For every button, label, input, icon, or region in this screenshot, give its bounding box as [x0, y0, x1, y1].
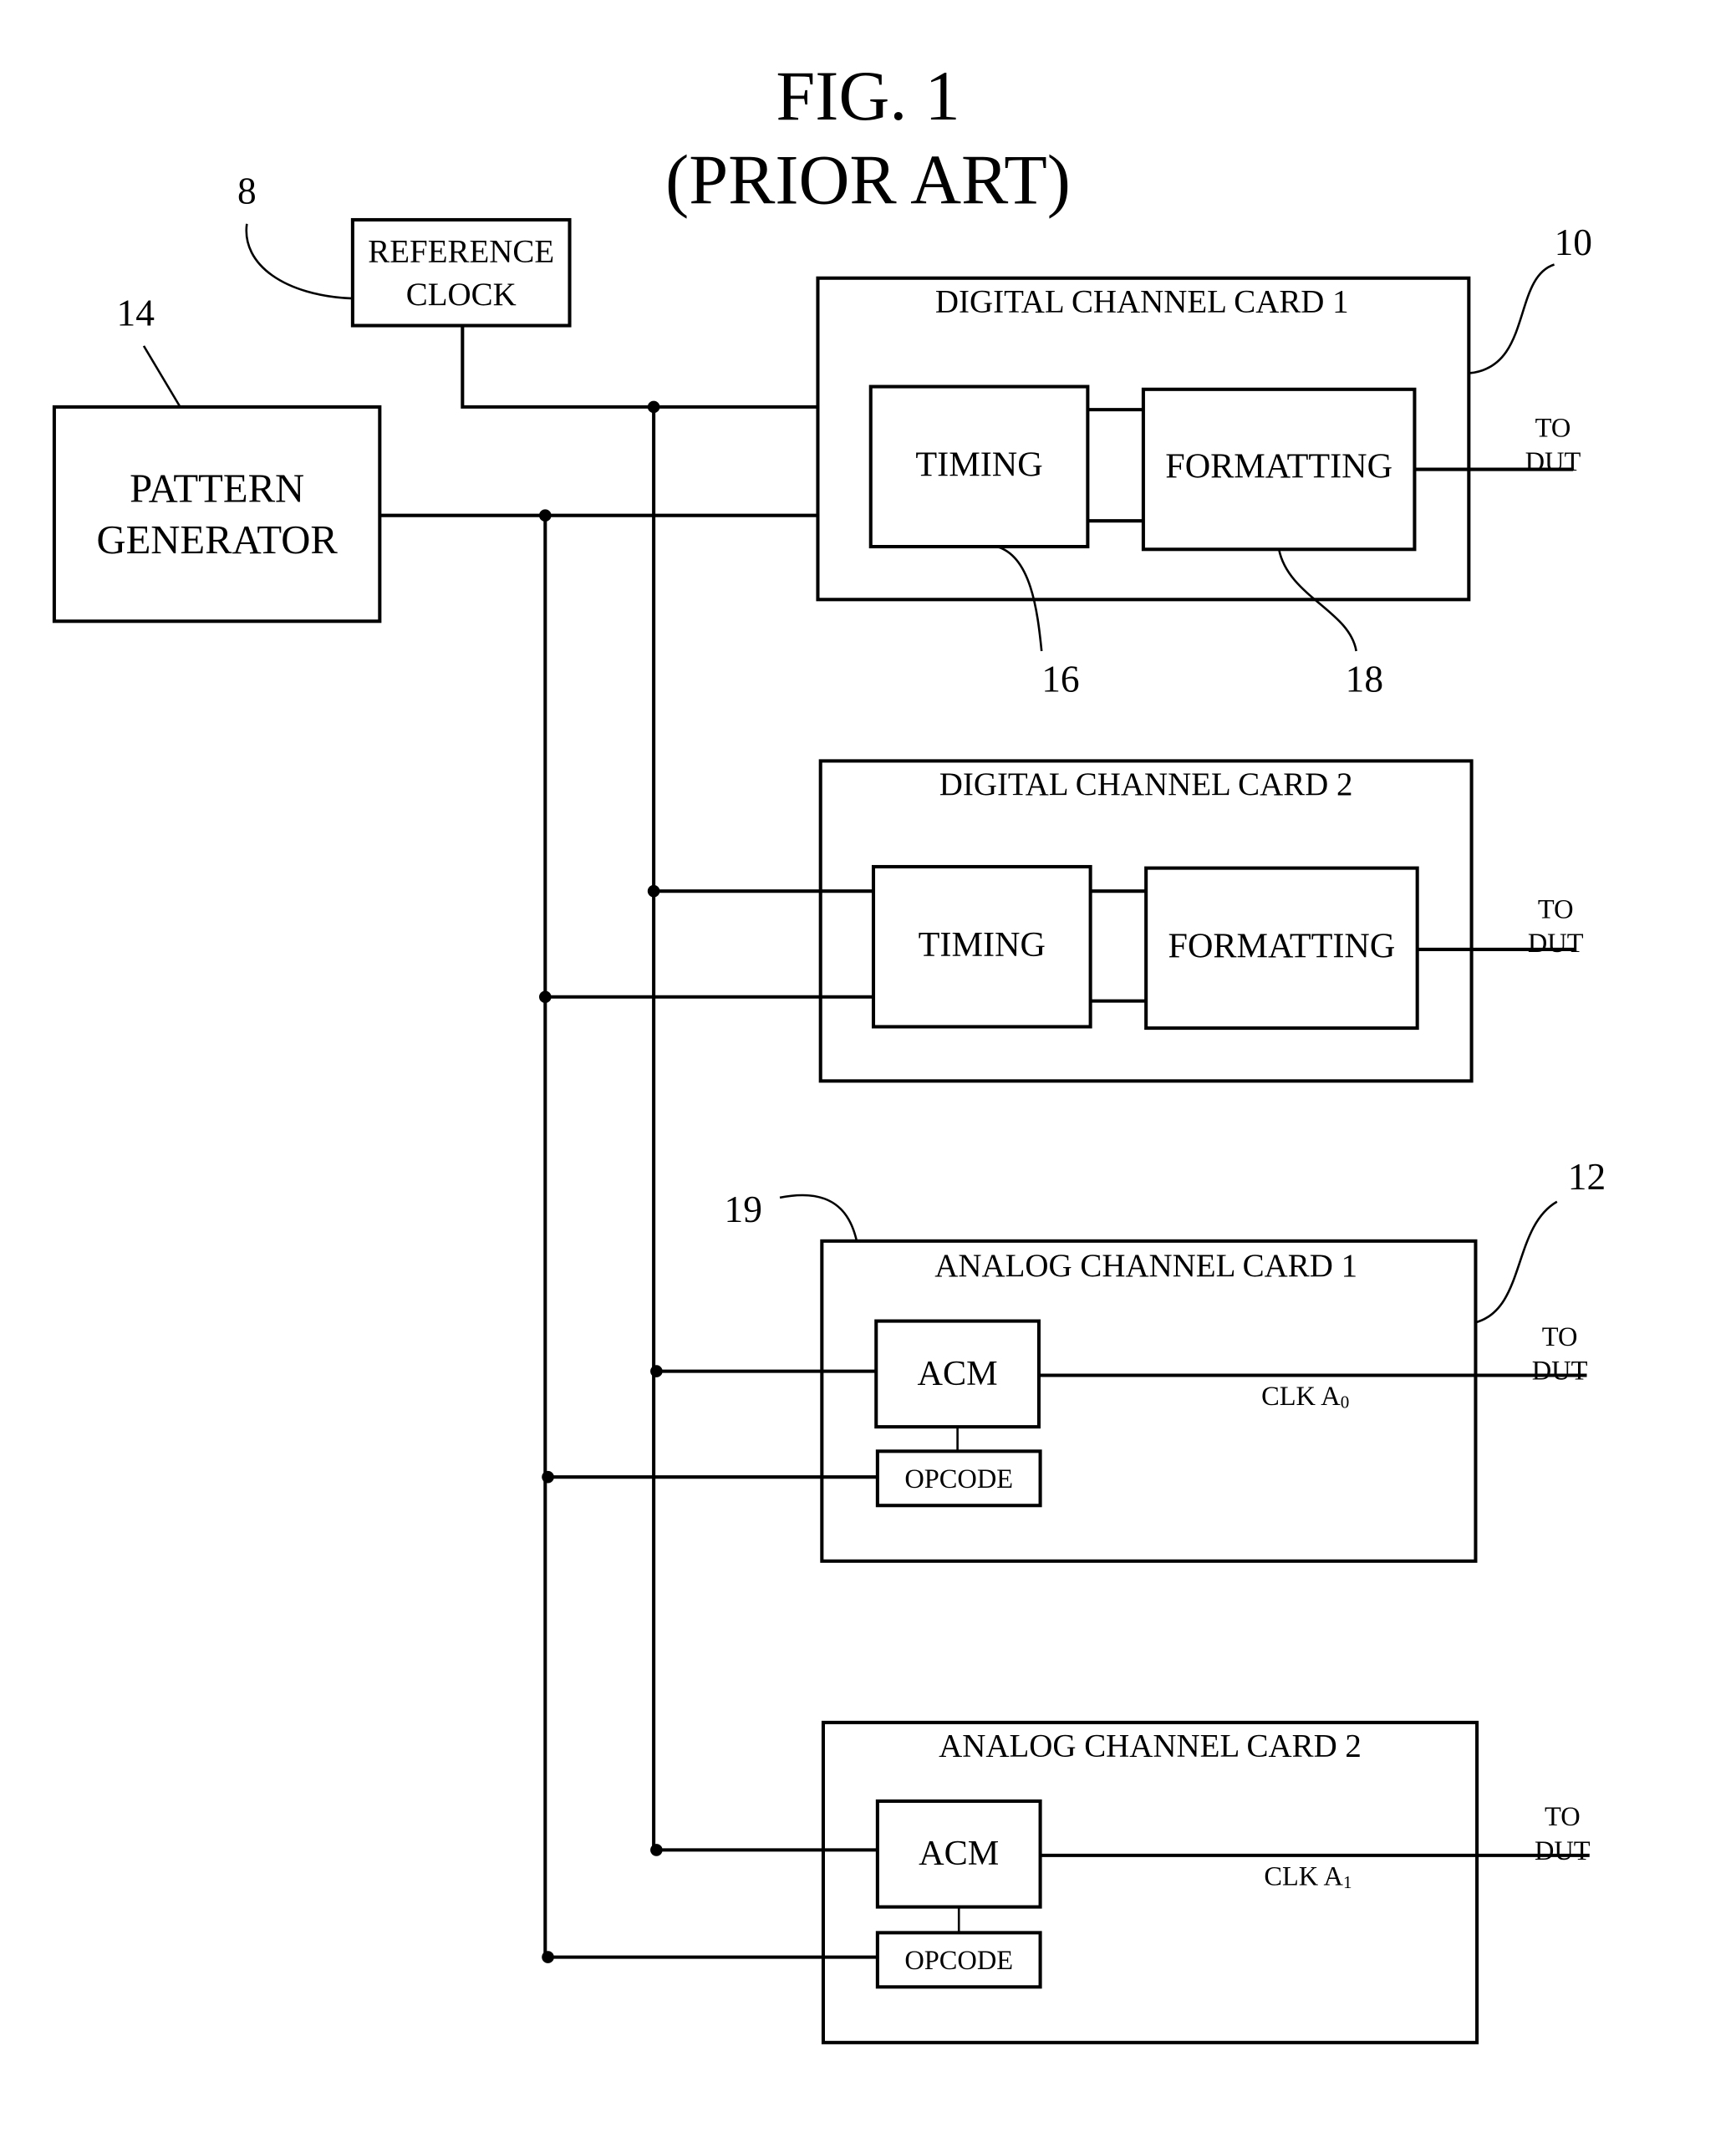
clock-label: CLK A0	[1261, 1382, 1349, 1412]
ref-numeral-19: 19	[725, 1189, 762, 1230]
ref-numeral-18: 18	[1346, 659, 1383, 700]
output-label-dut: DUT	[1525, 447, 1581, 477]
clock-bus	[461, 325, 871, 1852]
bus-junctions	[539, 400, 663, 1963]
reference-clock-label-line2: CLOCK	[406, 277, 517, 313]
output-label-to: TO	[1542, 1322, 1578, 1352]
pattern-generator-block	[52, 405, 382, 624]
digital-channel-card-1: DIGITAL CHANNEL CARD 1 TIMING FORMATTING…	[816, 276, 1581, 602]
figure-subtitle: (PRIOR ART)	[665, 142, 1071, 220]
formatting-label: FORMATTING	[1165, 446, 1392, 486]
formatting-label: FORMATTING	[1168, 927, 1396, 966]
card-title: ANALOG CHANNEL CARD 1	[934, 1248, 1357, 1284]
pattern-bus	[379, 513, 871, 1957]
clock-label-main: CLK A	[1264, 1862, 1343, 1892]
card-title: DIGITAL CHANNEL CARD 1	[935, 283, 1349, 319]
opcode-label: OPCODE	[904, 1464, 1013, 1494]
ref-numeral-10: 10	[1555, 221, 1592, 263]
card-title: ANALOG CHANNEL CARD 2	[939, 1728, 1362, 1764]
patent-figure: FIG. 1 (PRIOR ART) 8 REFERENCE CLOCK 14 …	[52, 58, 1606, 2044]
ref-numeral-16: 16	[1041, 659, 1079, 700]
pattern-generator-label-line1: PATTERN	[130, 466, 304, 511]
acm-label: ACM	[918, 1354, 998, 1393]
clock-label-main: CLK A	[1261, 1382, 1341, 1412]
ref-numeral-12: 12	[1568, 1156, 1606, 1198]
output-label-dut: DUT	[1535, 1836, 1591, 1866]
output-label-to: TO	[1538, 895, 1574, 925]
output-label-to: TO	[1545, 1802, 1581, 1832]
ref-numeral-8: 8	[237, 171, 257, 212]
leader-line-8	[245, 223, 353, 300]
leader-line-12	[1475, 1200, 1558, 1324]
analog-channel-card-2: ANALOG CHANNEL CARD 2 ACM OPCODE CLK A1 …	[547, 1720, 1591, 2044]
clock-label-sub: 1	[1343, 1872, 1352, 1892]
output-label-dut: DUT	[1532, 1356, 1588, 1386]
clock-label-sub: 0	[1341, 1392, 1350, 1412]
card-title: DIGITAL CHANNEL CARD 2	[939, 766, 1353, 802]
timing-label: TIMING	[915, 445, 1042, 485]
timing-label: TIMING	[919, 925, 1046, 965]
ref-numeral-14: 14	[117, 293, 155, 334]
output-label-to: TO	[1535, 414, 1571, 444]
figure-title: FIG. 1	[776, 58, 960, 135]
opcode-label: OPCODE	[904, 1946, 1013, 1976]
output-label-dut: DUT	[1528, 929, 1584, 959]
analog-channel-card-1: ANALOG CHANNEL CARD 1 ACM OPCODE CLK A0 …	[547, 1239, 1588, 1563]
leader-line-10	[1469, 263, 1555, 374]
reference-clock-label-line1: REFERENCE	[368, 233, 554, 269]
clock-label: CLK A1	[1264, 1862, 1352, 1892]
digital-channel-card-2: DIGITAL CHANNEL CARD 2 TIMING FORMATTING…	[545, 759, 1584, 1083]
pattern-generator-label-line2: GENERATOR	[96, 517, 338, 562]
acm-label: ACM	[919, 1834, 999, 1873]
